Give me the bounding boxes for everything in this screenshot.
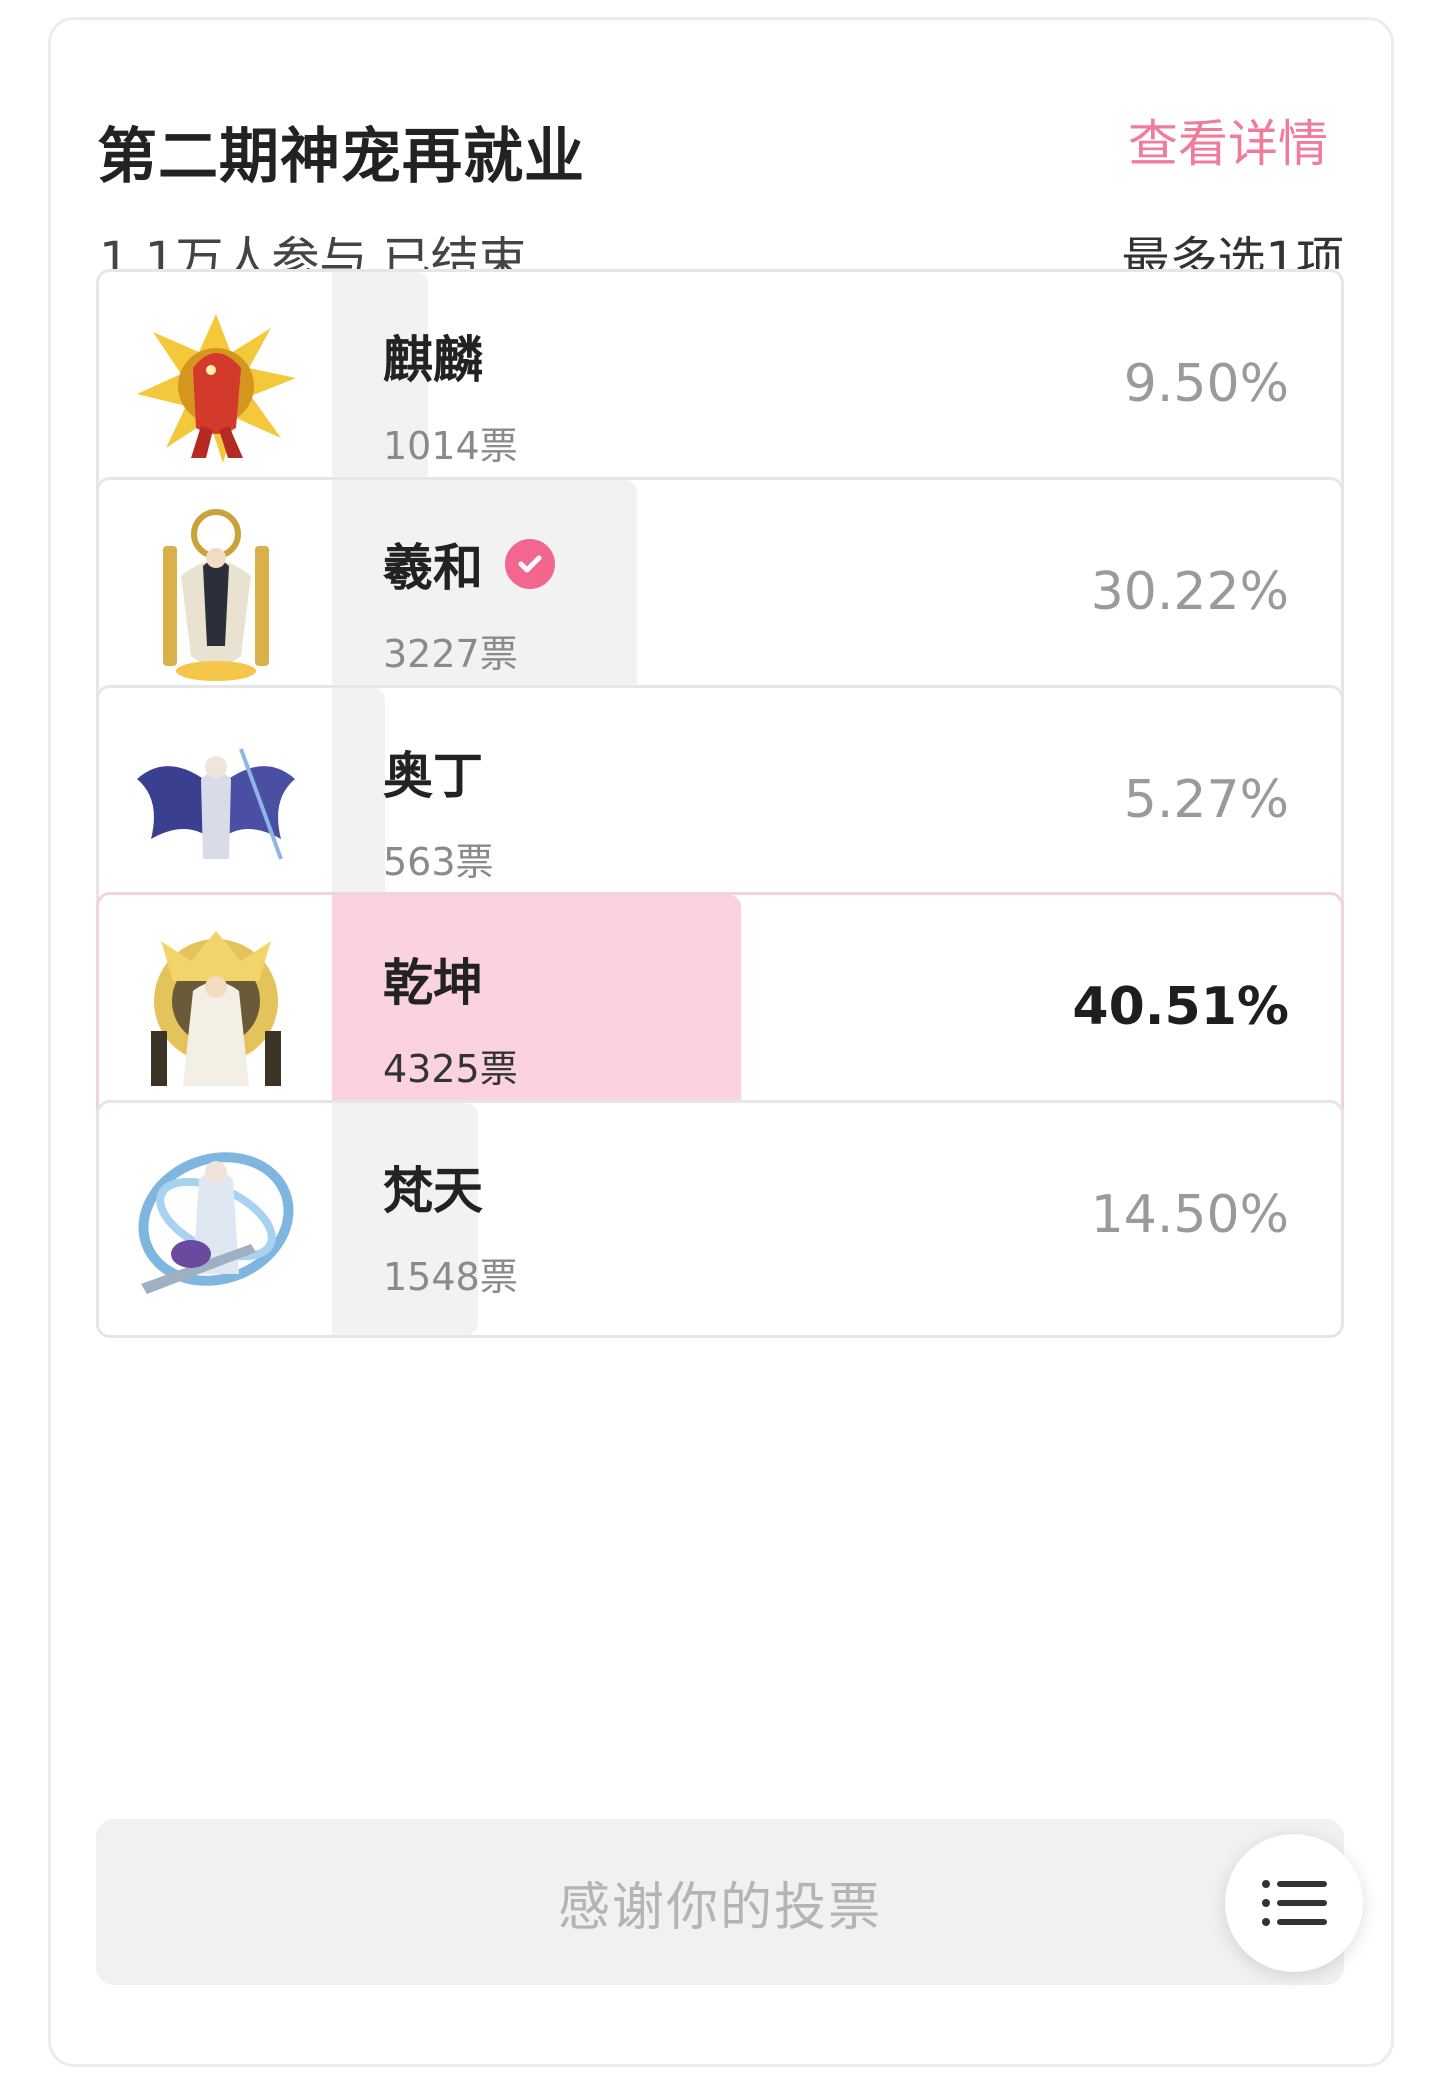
option-percent: 40.51% (1072, 977, 1289, 1037)
option-percent: 30.22% (1090, 562, 1289, 622)
option-name-text: 麒麟 (383, 331, 483, 389)
list-menu-icon (1262, 1880, 1327, 1926)
option-votes: 1548票 (383, 1255, 518, 1299)
option-name-text: 奥丁 (383, 747, 483, 805)
option-percent: 14.50% (1090, 1185, 1289, 1245)
view-details-link[interactable]: 查看详情 (1128, 104, 1328, 176)
option-votes: 3227票 (383, 632, 518, 676)
qilin-pet-icon (99, 272, 332, 504)
poll-title: 第二期神宠再就业 (97, 122, 585, 192)
poll-option-fantian[interactable]: 梵天 1548票 14.50% (96, 1100, 1344, 1338)
option-name-text: 乾坤 (383, 954, 483, 1012)
option-name: 乾坤 (383, 943, 483, 1015)
poll-option-qiankun[interactable]: 乾坤 4325票 40.51% (96, 892, 1344, 1130)
option-name: 麒麟 (383, 320, 483, 392)
menu-button[interactable] (1225, 1834, 1363, 1972)
qiankun-pet-icon (99, 895, 332, 1127)
vote-share-bar (332, 688, 385, 920)
fantian-pet-icon (99, 1103, 332, 1335)
poll-option-qilin[interactable]: 麒麟 1014票 9.50% (96, 269, 1344, 507)
poll-option-odin[interactable]: 奥丁 563票 5.27% (96, 685, 1344, 923)
option-name-text: 梵天 (383, 1162, 483, 1220)
option-name: 梵天 (383, 1151, 483, 1223)
option-name: 奥丁 (383, 736, 483, 808)
xihe-pet-icon (99, 480, 332, 712)
odin-pet-icon (99, 688, 332, 920)
option-votes: 4325票 (383, 1047, 518, 1091)
option-votes: 1014票 (383, 424, 518, 468)
option-votes: 563票 (383, 840, 494, 884)
option-percent: 9.50% (1123, 354, 1289, 414)
option-name: 羲和 (383, 528, 555, 600)
voted-check-icon (505, 539, 555, 589)
option-percent: 5.27% (1123, 770, 1289, 830)
option-name-text: 羲和 (383, 539, 483, 597)
thanks-for-voting-button: 感谢你的投票 (96, 1819, 1344, 1985)
poll-option-xihe[interactable]: 羲和 3227票 30.22% (96, 477, 1344, 715)
